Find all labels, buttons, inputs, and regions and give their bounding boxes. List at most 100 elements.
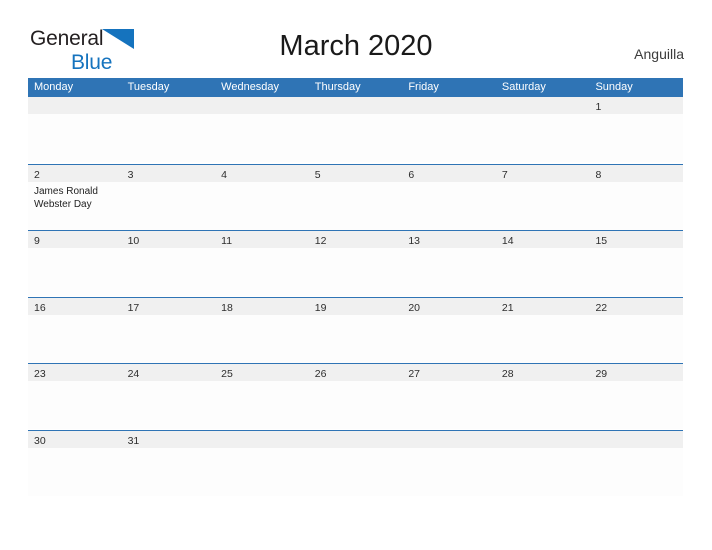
day-events-area bbox=[589, 447, 684, 496]
calendar-day-cell[interactable]: 8 bbox=[589, 164, 684, 230]
day-number: 21 bbox=[501, 301, 514, 314]
calendar-day-cell[interactable]: 31 bbox=[121, 430, 216, 496]
day-number-band: 3 bbox=[121, 164, 216, 182]
calendar-day-cell[interactable]: 2 James Ronald Webster Day bbox=[28, 164, 122, 230]
day-number-band: 17 bbox=[121, 297, 216, 315]
day-number: 26 bbox=[314, 368, 327, 380]
calendar-day-cell[interactable]: 19 bbox=[308, 297, 403, 363]
day-events-area bbox=[121, 248, 216, 296]
calendar-day-cell[interactable]: 5 bbox=[308, 164, 403, 230]
calendar-day-cell[interactable]: 25 bbox=[215, 364, 309, 430]
calendar-day-cell[interactable]: 23 bbox=[28, 364, 122, 430]
calendar-day-cell[interactable]: 30 bbox=[28, 430, 122, 496]
day-events-area bbox=[495, 381, 590, 429]
day-number: 3 bbox=[127, 168, 134, 181]
calendar-week-row: 30 31 bbox=[28, 429, 684, 496]
calendar-day-cell[interactable]: 11 bbox=[215, 231, 309, 297]
day-number: 25 bbox=[221, 368, 233, 380]
calendar-week-row: 23 24 25 26 27 28 29 bbox=[28, 363, 684, 430]
day-events-area bbox=[308, 314, 403, 363]
day-number-band: 5 bbox=[308, 164, 403, 182]
day-number: 28 bbox=[501, 368, 514, 380]
day-number-band: 20 bbox=[402, 297, 496, 315]
day-number-band bbox=[402, 430, 496, 448]
calendar-day-cell[interactable]: 15 bbox=[589, 231, 684, 297]
day-number-band: 30 bbox=[28, 430, 122, 448]
day-number: 29 bbox=[595, 368, 608, 380]
locale-label: Anguilla bbox=[634, 46, 684, 62]
day-number-band: 23 bbox=[28, 364, 122, 381]
calendar-day-cell[interactable]: 14 bbox=[495, 231, 590, 297]
day-events-area bbox=[495, 248, 590, 296]
day-number: 24 bbox=[127, 368, 140, 380]
day-number: 12 bbox=[314, 235, 327, 247]
day-events-area bbox=[215, 381, 309, 429]
day-number-band: 12 bbox=[308, 231, 403, 248]
day-number: 13 bbox=[408, 235, 420, 247]
day-number-band: 11 bbox=[215, 231, 309, 248]
calendar-day-cell[interactable]: 24 bbox=[121, 364, 216, 430]
day-number-band: 10 bbox=[121, 231, 216, 248]
calendar-day-cell[interactable]: 29 bbox=[589, 364, 684, 430]
weekday-header-friday: Friday bbox=[408, 81, 439, 93]
day-number-band: 9 bbox=[28, 231, 122, 248]
day-number-band: 28 bbox=[495, 364, 590, 381]
day-events-area bbox=[121, 114, 216, 162]
day-number-band: 2 bbox=[28, 164, 122, 182]
calendar-day-cell[interactable]: 18 bbox=[215, 297, 309, 363]
calendar-day-cell[interactable]: 20 bbox=[402, 297, 496, 363]
calendar-day-cell[interactable]: 27 bbox=[402, 364, 496, 430]
day-number-band: 14 bbox=[495, 231, 590, 248]
calendar-day-cell[interactable]: 26 bbox=[308, 364, 403, 430]
day-number-band bbox=[589, 430, 684, 448]
day-number-band bbox=[495, 430, 590, 448]
day-events-area bbox=[402, 447, 496, 496]
day-number-band bbox=[28, 97, 122, 114]
day-number-band bbox=[215, 430, 309, 448]
day-event: James Ronald Webster Day bbox=[34, 185, 98, 211]
day-number-band bbox=[402, 97, 496, 114]
day-number-band: 31 bbox=[121, 430, 216, 448]
weekday-header-saturday: Saturday bbox=[501, 81, 546, 93]
day-number: 16 bbox=[34, 301, 46, 314]
calendar-day-cell[interactable]: 28 bbox=[495, 364, 590, 430]
calendar-day-cell-empty bbox=[215, 430, 309, 496]
calendar-day-cell-empty bbox=[308, 97, 403, 164]
calendar-day-cell[interactable]: 17 bbox=[121, 297, 216, 363]
calendar-day-cell[interactable]: 16 bbox=[28, 297, 122, 363]
calendar-day-cell[interactable]: 3 bbox=[121, 164, 216, 230]
calendar-day-cell[interactable]: 22 bbox=[589, 297, 684, 363]
day-number: 22 bbox=[595, 301, 608, 314]
calendar-day-cell[interactable]: 13 bbox=[402, 231, 496, 297]
weekday-header-thursday: Thursday bbox=[314, 81, 361, 93]
calendar-day-cell[interactable]: 12 bbox=[308, 231, 403, 297]
calendar-day-cell[interactable]: 21 bbox=[495, 297, 590, 363]
calendar-day-cell[interactable]: 1 bbox=[589, 97, 684, 164]
day-events-area bbox=[28, 447, 122, 496]
calendar-day-cell[interactable]: 10 bbox=[121, 231, 216, 297]
calendar-day-cell-empty bbox=[308, 430, 403, 496]
day-number-band: 6 bbox=[402, 164, 496, 182]
calendar-day-cell[interactable]: 7 bbox=[495, 164, 590, 230]
calendar-day-cell-empty bbox=[28, 97, 122, 164]
day-events-area bbox=[495, 181, 590, 230]
day-number-band bbox=[121, 97, 216, 114]
calendar-day-cell[interactable]: 6 bbox=[402, 164, 496, 230]
day-events-area bbox=[402, 314, 496, 363]
day-events-area bbox=[215, 248, 309, 296]
day-events-area bbox=[121, 314, 216, 363]
day-number-band: 26 bbox=[308, 364, 403, 381]
day-number-band: 1 bbox=[589, 97, 684, 114]
day-number-band: 25 bbox=[215, 364, 309, 381]
page-header: General Blue March 2020 Anguilla bbox=[0, 0, 712, 78]
calendar-day-cell-empty bbox=[402, 97, 496, 164]
calendar-week-row: 2 James Ronald Webster Day 3 4 5 6 7 8 bbox=[28, 163, 684, 230]
day-number-band: 24 bbox=[121, 364, 216, 381]
calendar-week-row: 16 17 18 19 20 21 22 bbox=[28, 296, 684, 363]
day-number-band: 19 bbox=[308, 297, 403, 315]
calendar-day-cell[interactable]: 9 bbox=[28, 231, 122, 297]
day-events-area bbox=[495, 447, 590, 496]
calendar-day-cell[interactable]: 4 bbox=[215, 164, 309, 230]
day-events-area bbox=[215, 447, 309, 496]
day-number-band bbox=[308, 430, 403, 448]
